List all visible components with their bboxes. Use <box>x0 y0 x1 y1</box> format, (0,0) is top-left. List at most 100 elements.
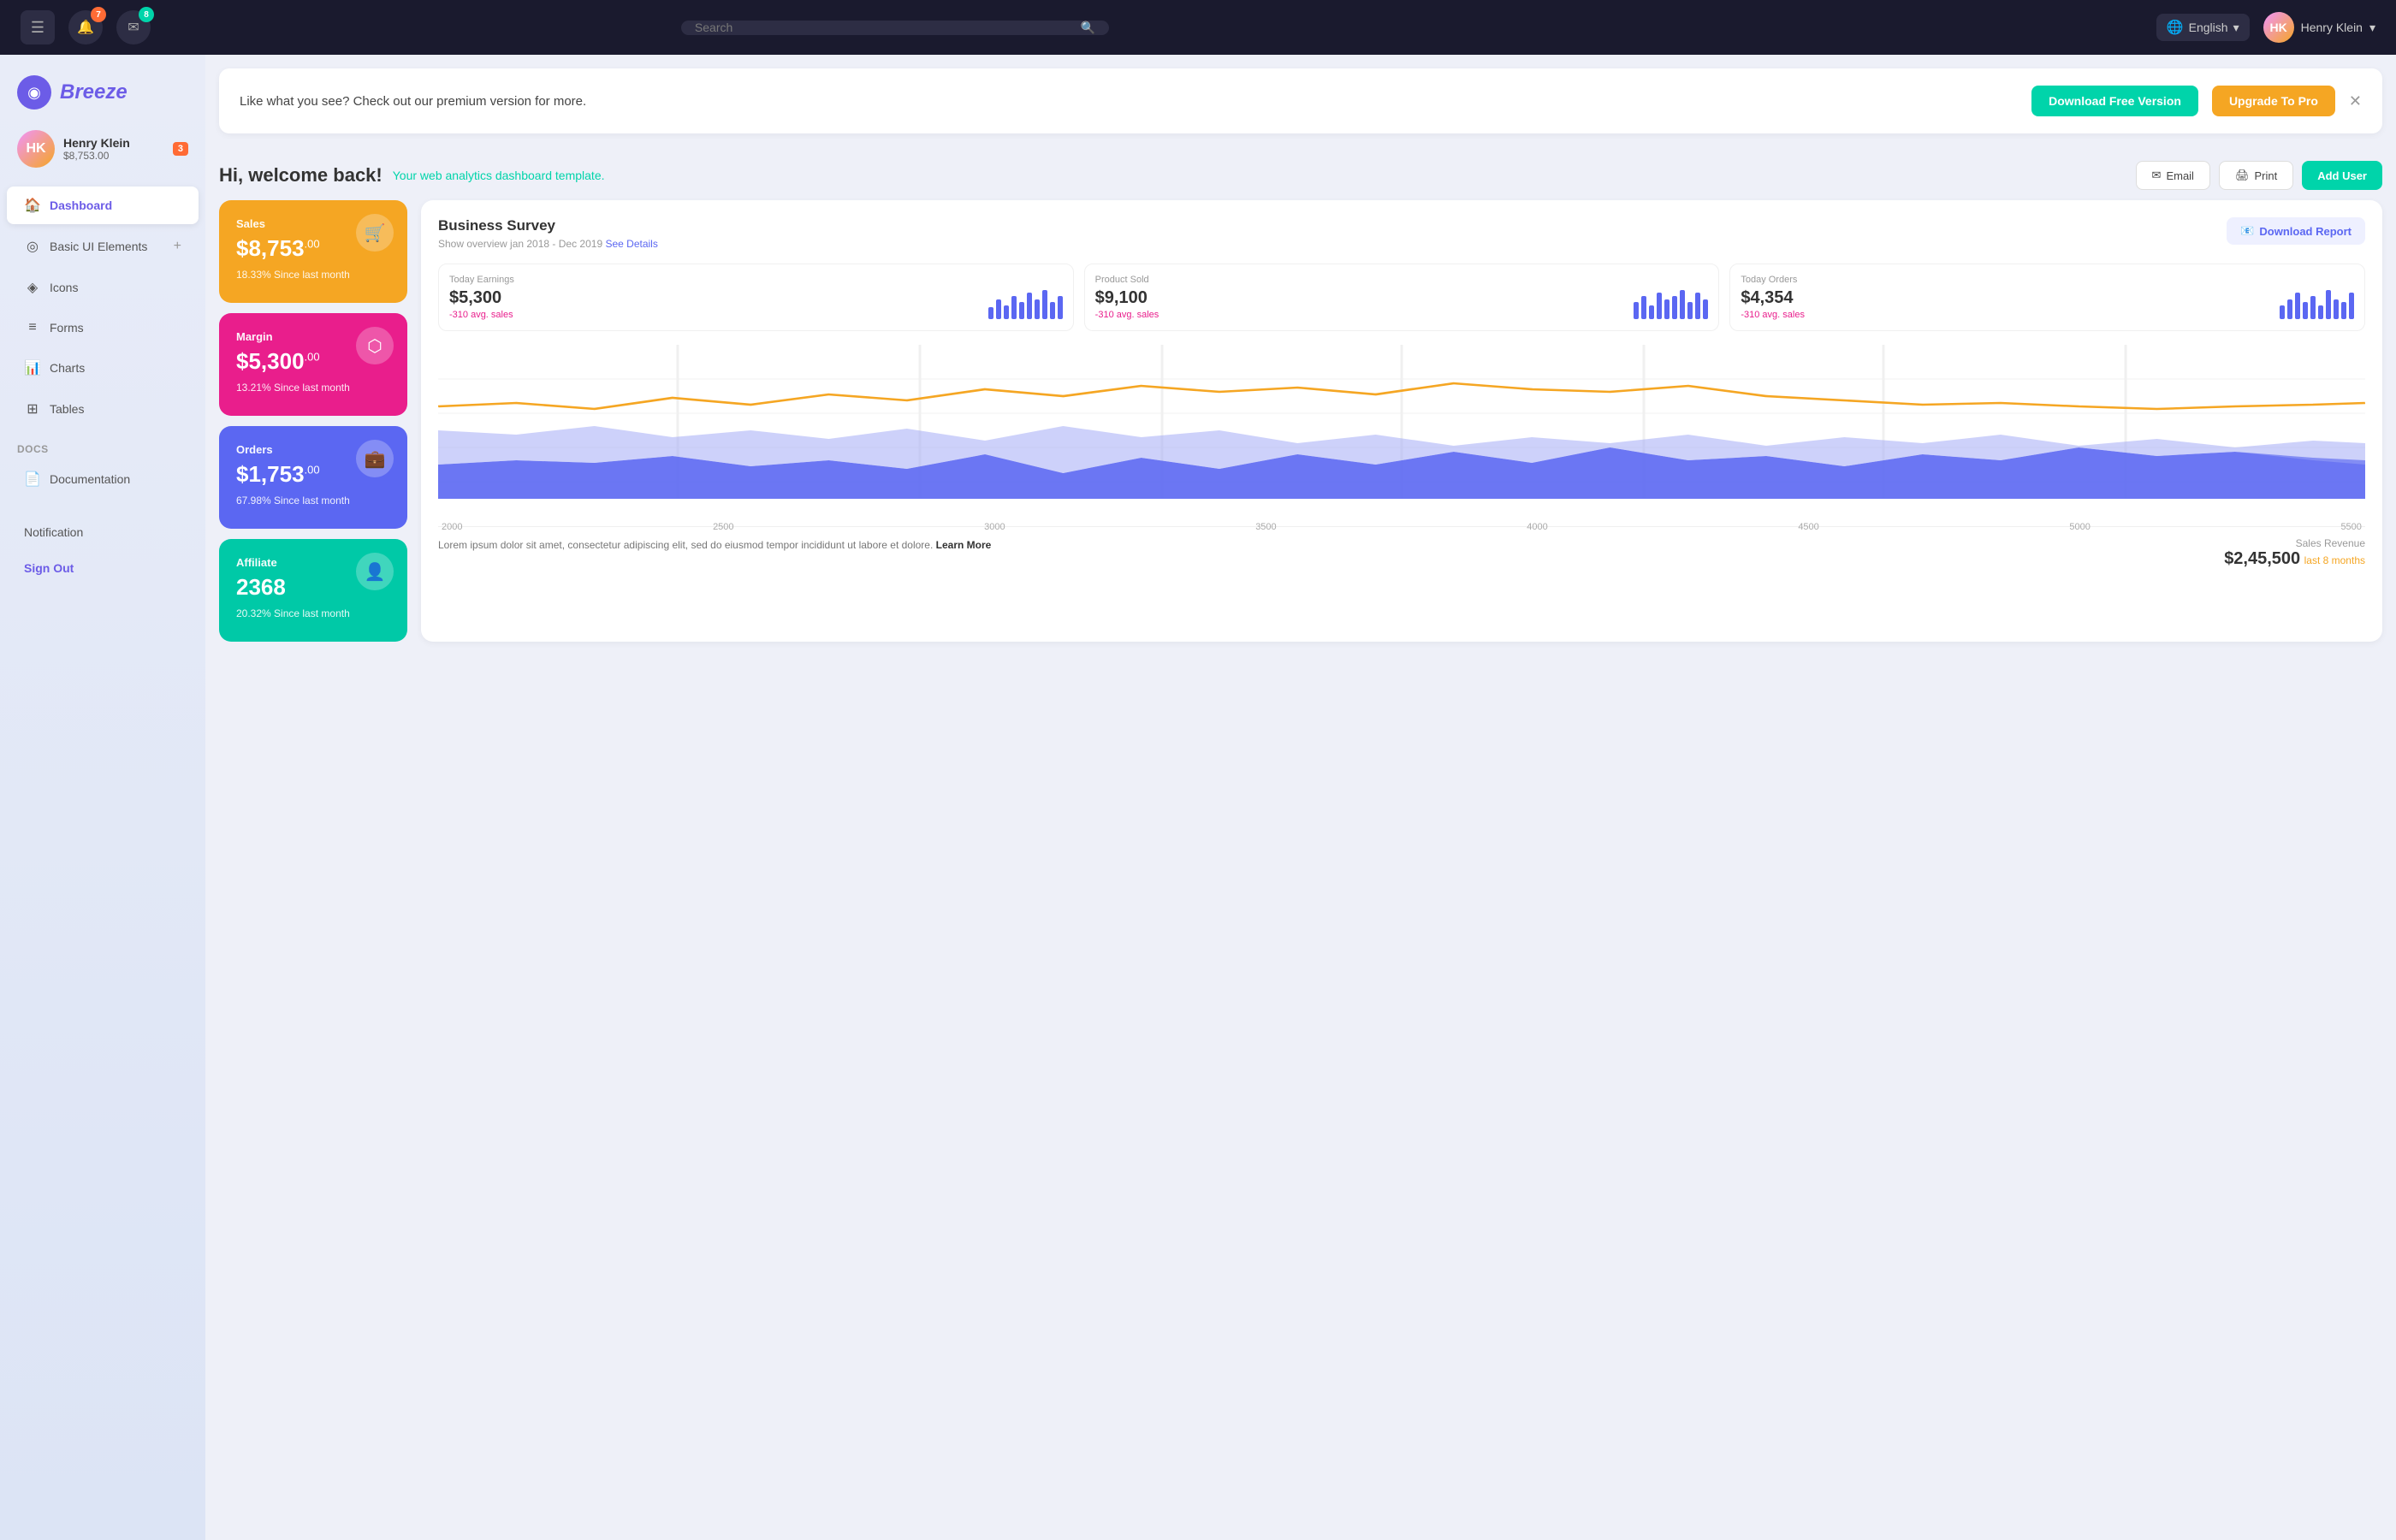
sidebar-user-profile: HK Henry Klein $8,753.00 3 <box>0 123 205 185</box>
margin-hex-icon: ⬡ <box>356 327 394 364</box>
close-promo-button[interactable]: ✕ <box>2349 92 2362 110</box>
sidebar: ◉ Breeze HK Henry Klein $8,753.00 3 🏠 Da… <box>0 55 205 1540</box>
charts-icon: 📊 <box>24 359 41 376</box>
print-button[interactable]: 🖨 Print <box>2219 161 2293 190</box>
sidebar-item-forms[interactable]: ≡ Forms <box>7 310 199 346</box>
main-content: Like what you see? Check out our premium… <box>205 55 2396 1540</box>
sidebar-logo: ◉ Breeze <box>0 68 205 123</box>
sidebar-item-label: Icons <box>50 281 78 294</box>
user-info-top[interactable]: HK Henry Klein ▾ <box>2263 12 2375 43</box>
mail-badge: 8 <box>139 7 154 22</box>
language-selector[interactable]: 🌐 English ▾ <box>2156 14 2250 41</box>
basic-ui-icon: ◎ <box>24 238 41 255</box>
main-layout: ◉ Breeze HK Henry Klein $8,753.00 3 🏠 Da… <box>0 55 2396 1540</box>
stat-change-affiliate: 20.32% Since last month <box>236 607 390 619</box>
add-user-button[interactable]: Add User <box>2302 161 2382 190</box>
sales-revenue-sub: last 8 months <box>2304 554 2365 566</box>
sidebar-item-label: Notification <box>24 525 83 539</box>
learn-more-link[interactable]: Learn More <box>936 539 992 551</box>
sidebar-item-basic-ui[interactable]: ◎ Basic UI Elements + <box>7 228 199 265</box>
add-icon: + <box>174 239 181 254</box>
user-name-top: Henry Klein <box>2301 21 2363 34</box>
sidebar-item-label: Sign Out <box>24 561 74 575</box>
download-free-button[interactable]: Download Free Version <box>2031 86 2198 116</box>
sidebar-item-signout[interactable]: Sign Out <box>7 551 199 585</box>
welcome-left: Hi, welcome back! Your web analytics das… <box>219 164 605 187</box>
sidebar-item-documentation[interactable]: 📄 Documentation <box>7 460 199 498</box>
chart-svg <box>438 345 2365 516</box>
forms-icon: ≡ <box>24 320 41 335</box>
stat-card-orders: Orders $1,753.00 67.98% Since last month… <box>219 426 407 529</box>
see-details-link[interactable]: See Details <box>605 238 657 250</box>
sidebar-item-label: Documentation <box>50 472 130 486</box>
x-label: 3000 <box>984 522 1005 532</box>
globe-icon: 🌐 <box>2167 19 2184 36</box>
sidebar-item-tables[interactable]: ⊞ Tables <box>7 390 199 428</box>
sidebar-item-label: Tables <box>50 402 84 416</box>
survey-subtitle: Show overview jan 2018 - Dec 2019 See De… <box>438 238 658 250</box>
email-button[interactable]: ✉ Email <box>2136 161 2210 190</box>
user-chevron-icon: ▾ <box>2369 21 2375 35</box>
chevron-down-icon: ▾ <box>2233 21 2239 35</box>
orders-briefcase-icon: 💼 <box>356 440 394 477</box>
stat-change-sales: 18.33% Since last month <box>236 269 390 281</box>
earnings-mini-chart <box>988 288 1063 319</box>
chart-area: 2000 2500 3000 3500 4000 4500 5000 5500 <box>438 345 2365 516</box>
x-label: 2000 <box>442 522 462 532</box>
upgrade-pro-button[interactable]: Upgrade To Pro <box>2212 86 2335 116</box>
x-label: 5500 <box>2340 522 2361 532</box>
sidebar-item-dashboard[interactable]: 🏠 Dashboard <box>7 187 199 224</box>
download-icon: 📧 <box>2240 224 2254 238</box>
hamburger-button[interactable]: ☰ <box>21 10 55 44</box>
tables-icon: ⊞ <box>24 400 41 418</box>
notification-button[interactable]: 🔔 7 <box>68 10 103 44</box>
survey-header: Business Survey Show overview jan 2018 -… <box>438 217 2365 250</box>
orders-mini-chart <box>2280 288 2354 319</box>
x-label: 2500 <box>713 522 733 532</box>
mini-stat-product-label: Product Sold <box>1095 275 1709 285</box>
mini-stat-product-change: -310 avg. sales <box>1095 310 1159 320</box>
x-label: 5000 <box>2069 522 2090 532</box>
mini-stat-today-orders: Today Orders $4,354 -310 avg. sales <box>1729 264 2365 331</box>
language-label: English <box>2189 21 2228 34</box>
download-report-button[interactable]: 📧 Download Report <box>2227 217 2365 245</box>
logo-icon: ◉ <box>17 75 51 110</box>
mini-stat-product-value: $9,100 <box>1095 288 1159 308</box>
x-label: 4500 <box>1798 522 1818 532</box>
icons-icon: ◈ <box>24 279 41 296</box>
docs-section-label: Docs <box>0 429 205 459</box>
docs-icon: 📄 <box>24 471 41 488</box>
welcome-actions: ✉ Email 🖨 Print Add User <box>2136 161 2382 190</box>
promo-text: Like what you see? Check out our premium… <box>240 94 2018 109</box>
survey-header-left: Business Survey Show overview jan 2018 -… <box>438 217 658 250</box>
mini-stat-orders-change: -310 avg. sales <box>1741 310 1805 320</box>
sidebar-item-charts[interactable]: 📊 Charts <box>7 349 199 387</box>
mail-button[interactable]: ✉ 8 <box>116 10 151 44</box>
survey-title: Business Survey <box>438 217 658 234</box>
user-avatar-top: HK <box>2263 12 2294 43</box>
mini-stat-earnings-change: -310 avg. sales <box>449 310 513 320</box>
affiliate-user-icon: 👤 <box>356 553 394 590</box>
product-mini-chart <box>1634 288 1708 319</box>
stat-card-sales: Sales $8,753.00 18.33% Since last month … <box>219 200 407 303</box>
top-nav: ☰ 🔔 7 ✉ 8 🔍 🌐 English ▾ HK Henry Klein ▾ <box>0 0 2396 55</box>
top-nav-right: 🌐 English ▾ HK Henry Klein ▾ <box>2156 12 2375 43</box>
stat-card-margin: Margin $5,300.00 13.21% Since last month… <box>219 313 407 416</box>
welcome-title: Hi, welcome back! <box>219 164 383 187</box>
sales-revenue-label: Sales Revenue <box>2224 537 2365 549</box>
business-survey-card: Business Survey Show overview jan 2018 -… <box>421 200 2382 642</box>
top-nav-left: ☰ 🔔 7 ✉ 8 <box>21 10 151 44</box>
user-details: Henry Klein $8,753.00 <box>63 136 164 162</box>
search-bar: 🔍 <box>681 21 1109 35</box>
mini-stats: Today Earnings $5,300 -310 avg. sales <box>438 264 2365 331</box>
sidebar-item-icons[interactable]: ◈ Icons <box>7 269 199 306</box>
sidebar-item-label: Forms <box>50 321 84 335</box>
sidebar-item-notification[interactable]: Notification <box>7 515 199 549</box>
search-icon: 🔍 <box>1080 21 1094 35</box>
sidebar-user-name: Henry Klein <box>63 136 164 150</box>
email-icon: ✉ <box>2152 169 2162 182</box>
logo-text: Breeze <box>60 80 128 104</box>
stat-change-margin: 13.21% Since last month <box>236 382 390 394</box>
chart-footer-text: Lorem ipsum dolor sit amet, consectetur … <box>438 537 991 553</box>
search-input[interactable] <box>695 21 1074 34</box>
